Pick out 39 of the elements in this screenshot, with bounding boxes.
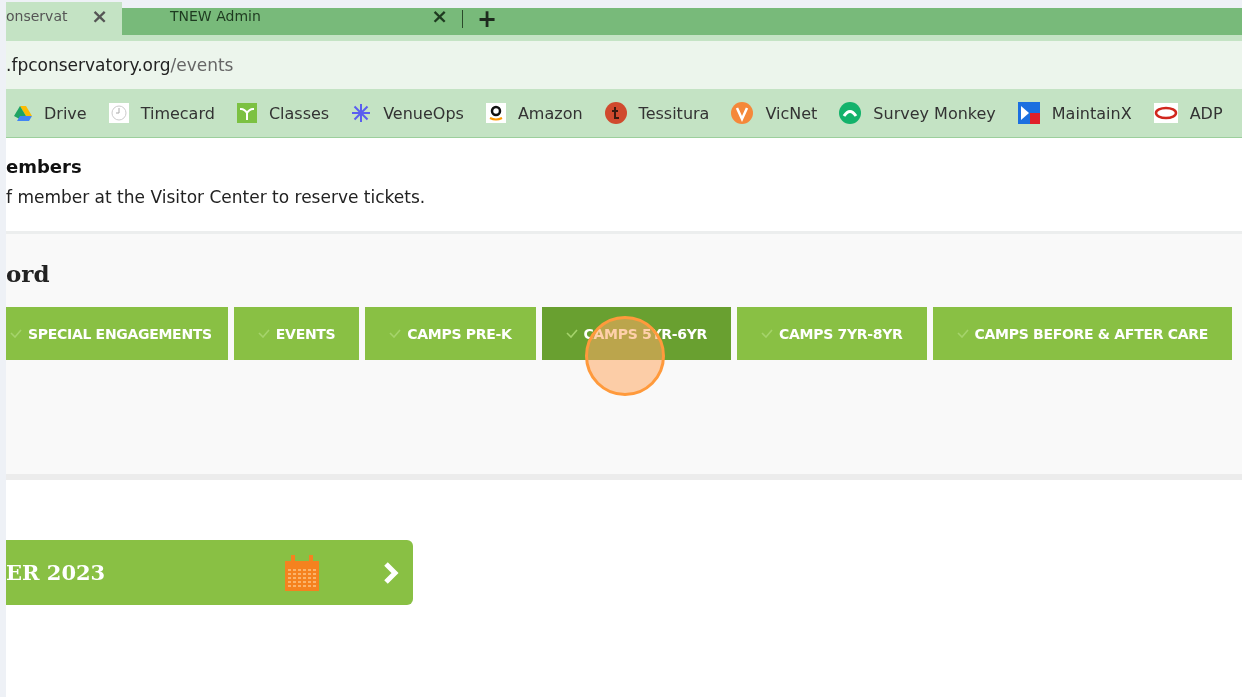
- bookmark[interactable]: VenueOps: [351, 103, 464, 123]
- sprout-icon: [236, 103, 257, 123]
- bookmark[interactable]: Survey Monkey: [839, 102, 996, 124]
- check-icon: [257, 329, 270, 338]
- notice-title: embers: [6, 156, 83, 177]
- asterisk-icon: [351, 103, 372, 123]
- square-icon: [1017, 102, 1040, 124]
- bookmark[interactable]: ADP: [1153, 103, 1223, 123]
- close-icon[interactable]: ×: [91, 3, 108, 28]
- address-bar[interactable]: .fpconservatory.org/events: [6, 35, 1242, 89]
- check-icon: [956, 329, 969, 338]
- check-icon: [10, 329, 22, 338]
- calendar-icon: [285, 554, 320, 591]
- chevron-right-icon[interactable]: [383, 560, 400, 585]
- check-icon: [761, 329, 774, 338]
- browser-tab[interactable]: onservat ×: [6, 2, 122, 35]
- notice-text: f member at the Visitor Center to reserve tickets.: [6, 187, 427, 207]
- section-heading: ord: [6, 260, 51, 287]
- bookmark[interactable]: Classes: [236, 103, 330, 123]
- check-icon: [565, 329, 578, 338]
- check-icon: [389, 329, 402, 338]
- letter-a-icon: [485, 103, 506, 123]
- browser-tab[interactable]: TNEW Admin ×: [122, 2, 462, 35]
- clock-icon: [108, 103, 129, 123]
- circle-icon: [604, 102, 627, 124]
- square-icon: [1153, 103, 1178, 123]
- circle-icon: [839, 102, 862, 124]
- bookmark[interactable]: Timecard: [108, 103, 215, 123]
- tab-title: onservat: [6, 7, 68, 24]
- circle-icon: [731, 102, 754, 124]
- bookmark[interactable]: Tessitura: [604, 102, 710, 124]
- bookmark[interactable]: VicNet: [731, 102, 818, 124]
- close-icon[interactable]: ×: [431, 3, 448, 28]
- triangle-icon: [14, 105, 32, 121]
- bookmark[interactable]: Amazon: [485, 103, 583, 123]
- bookmark[interactable]: Drive: [14, 103, 87, 123]
- tab-title: TNEW Admin: [170, 7, 261, 24]
- new-tab-button[interactable]: +: [477, 7, 498, 31]
- bookmark[interactable]: MaintainX: [1017, 102, 1132, 124]
